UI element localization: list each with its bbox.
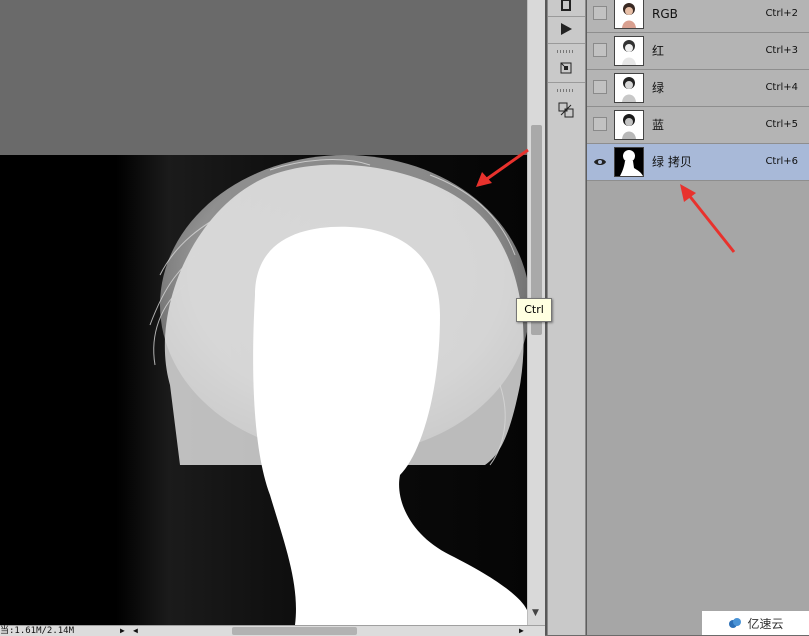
channel-shortcut: Ctrl+2	[765, 8, 798, 19]
status-bar: 当:1.61M/2.14M ▶ ◀ ▶	[0, 625, 545, 636]
channel-row-blue[interactable]: 蓝 Ctrl+5	[587, 107, 809, 144]
channel-row-rgb[interactable]: RGB Ctrl+2	[587, 0, 809, 33]
cloud-logo-icon	[729, 618, 742, 628]
watermark-logo: 亿速云	[702, 611, 809, 635]
channel-name: 红	[652, 44, 665, 58]
horizontal-scrollbar-thumb[interactable]	[232, 627, 357, 635]
channel-thumbnail	[614, 36, 644, 66]
channel-name: 蓝	[652, 118, 665, 132]
visibility-toggle[interactable]	[593, 6, 607, 20]
tooltip: Ctrl	[516, 298, 552, 322]
play-icon[interactable]	[555, 19, 577, 39]
document-canvas-image[interactable]	[0, 155, 527, 625]
3d-cube-icon[interactable]	[555, 58, 577, 78]
annotation-arrow-icon	[680, 184, 736, 253]
channel-thumbnail	[614, 110, 644, 140]
visibility-toggle[interactable]	[593, 154, 607, 168]
scroll-down-icon[interactable]: ▼	[532, 608, 539, 618]
channel-row-red[interactable]: 红 Ctrl+3	[587, 33, 809, 70]
channel-shortcut: Ctrl+3	[765, 45, 798, 56]
channels-panel: RGB Ctrl+2 红 Ctrl+3 绿 Ctrl+4 蓝 Ctrl+5 绿 …	[586, 0, 809, 635]
channel-name: RGB	[652, 7, 678, 21]
watermark-text: 亿速云	[747, 616, 784, 631]
brush-preset-icon[interactable]	[555, 0, 577, 14]
channel-thumbnail	[614, 0, 644, 29]
channel-thumbnail	[614, 73, 644, 103]
channel-shortcut: Ctrl+5	[765, 119, 798, 130]
channel-thumbnail	[614, 147, 644, 177]
visibility-toggle[interactable]	[593, 80, 607, 94]
visibility-toggle[interactable]	[593, 43, 607, 57]
channel-row-green-copy[interactable]: 绿 拷贝 Ctrl+6	[587, 144, 809, 181]
canvas-workspace[interactable]	[0, 0, 527, 625]
clone-source-icon[interactable]	[555, 100, 577, 120]
channel-name: 绿	[652, 81, 665, 95]
eye-icon	[594, 159, 606, 165]
visibility-toggle[interactable]	[593, 117, 607, 131]
channel-name: 绿 拷贝	[652, 155, 692, 169]
channel-row-green[interactable]: 绿 Ctrl+4	[587, 70, 809, 107]
annotation-arrow-icon	[476, 148, 529, 187]
channel-shortcut: Ctrl+4	[765, 82, 798, 93]
channel-shortcut: Ctrl+6	[765, 156, 798, 167]
mask-silhouette-icon	[149, 155, 527, 625]
